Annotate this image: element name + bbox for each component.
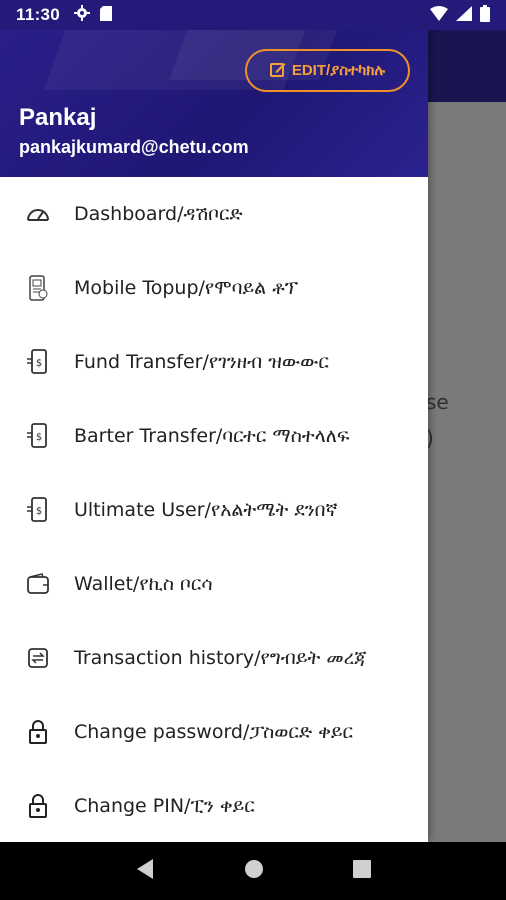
background-text: se	[426, 390, 449, 414]
home-button[interactable]	[244, 859, 264, 883]
menu-item-change-pin[interactable]: Change PIN/ፒን ቀይር	[0, 769, 428, 842]
status-bar: 11:30	[0, 0, 506, 30]
recents-button[interactable]	[353, 860, 372, 882]
menu-item-label: Change PIN/ፒን ቀይር	[74, 795, 255, 817]
lock-icon	[24, 718, 52, 746]
navigation-drawer: EDIT/ያስተካክሉ Pankaj pankajkumard@chetu.co…	[0, 30, 428, 842]
drawer-header: EDIT/ያስተካክሉ Pankaj pankajkumard@chetu.co…	[0, 30, 428, 177]
edit-icon	[269, 61, 286, 81]
menu-item-dashboard[interactable]: Dashboard/ዳሽቦርድ	[0, 177, 428, 251]
cell-signal-icon	[456, 5, 472, 25]
menu-item-change-password[interactable]: Change password/ፓስወርድ ቀይር	[0, 695, 428, 769]
transaction-history-icon	[24, 644, 52, 672]
svg-text:$: $	[36, 432, 42, 443]
menu-item-wallet[interactable]: Wallet/የኪስ ቦርሳ	[0, 547, 428, 621]
money-transfer-icon: $	[24, 422, 52, 450]
menu-item-barter-transfer[interactable]: $ Barter Transfer/ባርተር ማስተላለፍ	[0, 399, 428, 473]
user-email: pankajkumard@chetu.com	[19, 137, 249, 157]
menu-item-fund-transfer[interactable]: $ Fund Transfer/የገንዘብ ዝውውር	[0, 325, 428, 399]
back-button[interactable]	[135, 858, 155, 884]
system-nav-bar	[0, 842, 506, 900]
menu-item-label: Dashboard/ዳሽቦርድ	[74, 203, 243, 225]
menu-item-label: Wallet/የኪስ ቦርሳ	[74, 573, 213, 595]
menu-item-label: Change password/ፓስወርድ ቀይር	[74, 721, 354, 743]
menu-item-mobile-topup[interactable]: Mobile Topup/የሞባይል ቶፕ	[0, 251, 428, 325]
speedometer-icon	[24, 200, 52, 228]
menu-item-label: Ultimate User/የአልትሜት ደንበኛ	[74, 499, 338, 521]
lock-icon	[24, 792, 52, 820]
svg-text:$: $	[36, 358, 42, 369]
menu-item-label: Barter Transfer/ባርተር ማስተላለፍ	[74, 425, 350, 447]
mobile-topup-icon	[24, 274, 52, 302]
wallet-icon	[24, 570, 52, 598]
user-name: Pankaj	[19, 104, 97, 131]
status-time: 11:30	[16, 5, 61, 24]
drawer-menu: Dashboard/ዳሽቦርድ Mobile Topup/የሞባይል ቶፕ $ …	[0, 177, 428, 842]
menu-item-ultimate-user[interactable]: $ Ultimate User/የአልትሜት ደንበኛ	[0, 473, 428, 547]
settings-gear-icon	[74, 5, 91, 25]
menu-item-transaction-history[interactable]: Transaction history/የግብይት መረጃ	[0, 621, 428, 695]
menu-item-label: Transaction history/የግብይት መረጃ	[74, 647, 367, 669]
menu-item-label: Fund Transfer/የገንዘብ ዝውውር	[74, 351, 329, 373]
battery-icon	[480, 4, 490, 26]
edit-label: EDIT/ያስተካክሉ	[291, 62, 386, 79]
money-transfer-icon: $	[24, 348, 52, 376]
menu-item-label: Mobile Topup/የሞባይል ቶፕ	[74, 277, 299, 299]
edit-profile-button[interactable]: EDIT/ያስተካክሉ	[245, 49, 410, 92]
money-transfer-icon: $	[24, 496, 52, 524]
sd-card-icon	[100, 5, 113, 25]
wifi-icon	[430, 5, 448, 25]
svg-text:$: $	[36, 506, 42, 517]
